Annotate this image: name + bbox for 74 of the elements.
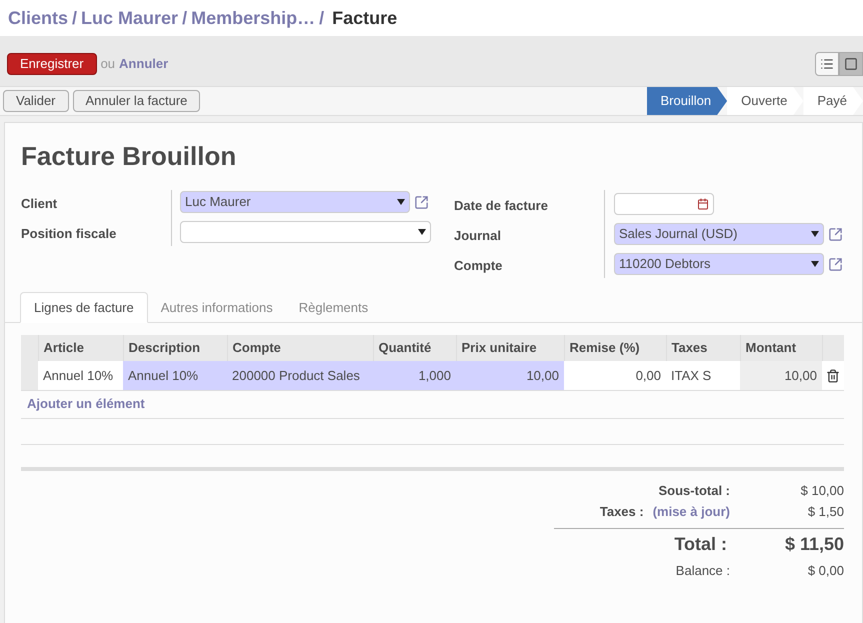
breadcrumb-current: Facture (332, 6, 398, 30)
select-value: Sales Journal (USD) (619, 225, 738, 244)
taxes-value: $ 1,50 (806, 503, 844, 522)
trash-icon[interactable] (826, 369, 840, 384)
list-icon (820, 57, 834, 71)
external-link-icon[interactable] (828, 256, 843, 272)
table-cell: ITAX S (666, 361, 740, 390)
select-field[interactable]: Sales Journal (USD) (614, 223, 824, 245)
breadcrumb-link[interactable]: Clients (8, 4, 68, 32)
table-header-cell (822, 335, 844, 361)
balance-value: $ 0,00 (806, 562, 844, 580)
table-cell: 0,00 (564, 361, 666, 390)
total-value: $ 11,50 (784, 532, 844, 556)
tab[interactable]: Lignes de facture (20, 292, 148, 323)
field-label: Client (21, 196, 58, 211)
subtotal-value: $ 10,00 (800, 482, 844, 500)
table-header-cell (21, 335, 38, 361)
tab[interactable]: Autres informations (148, 292, 286, 323)
calendar-icon[interactable] (697, 198, 709, 210)
field-label: Date de facture (454, 198, 548, 213)
select-value: Luc Maurer (185, 193, 251, 212)
list-view-button[interactable] (815, 52, 839, 76)
dropdown-arrow-icon (397, 199, 405, 205)
column-header: Quantité (373, 335, 456, 361)
or-text: ou (100, 55, 116, 74)
table-cell: 200000 Product Sales (227, 361, 373, 390)
select-field[interactable] (180, 221, 431, 243)
row-handle[interactable] (21, 361, 38, 390)
header-button[interactable]: Annuler la facture (72, 90, 200, 112)
external-link-icon[interactable] (828, 226, 843, 242)
table-cell: 10,00 (456, 361, 564, 390)
table-cell: Annuel 10% (123, 361, 227, 390)
table-cell: Annuel 10% (38, 361, 123, 390)
table-cell: 1,000 (373, 361, 456, 390)
column-header: Article (38, 335, 123, 361)
column-header: Compte (227, 335, 373, 361)
update-taxes-link[interactable]: (mise à jour) (652, 502, 730, 522)
status-stage[interactable]: Ouverte (727, 87, 804, 115)
column-header: Prix unitaire (456, 335, 564, 361)
date-field[interactable] (614, 193, 714, 215)
column-header: Montant (740, 335, 822, 361)
breadcrumb-link[interactable]: Membership… (191, 4, 316, 32)
breadcrumb-separator: / (319, 6, 324, 30)
taxes-label: Taxes : (600, 503, 644, 522)
field-label: Position fiscale (21, 226, 116, 241)
column-header: Description (123, 335, 227, 361)
total-label: Total : (673, 532, 727, 556)
save-button[interactable]: Enregistrer (7, 53, 97, 75)
form-view-button[interactable] (839, 52, 863, 76)
select-value: 110200 Debtors (619, 255, 711, 274)
subtotal-label: Sous-total : (658, 482, 730, 500)
tab[interactable]: Règlements (286, 292, 382, 323)
breadcrumb-separator: / (182, 6, 188, 30)
status-stage[interactable]: Brouillon (646, 87, 728, 115)
form-title: Facture Brouillon (21, 140, 238, 173)
table-cell: 10,00 (740, 361, 822, 390)
dropdown-arrow-icon (418, 229, 426, 235)
dropdown-arrow-icon (811, 261, 819, 267)
cancel-link[interactable]: Annuler (119, 54, 168, 74)
field-label: Journal (454, 228, 501, 243)
balance-label: Balance : (674, 562, 730, 580)
breadcrumb-separator: / (72, 6, 78, 30)
header-button[interactable]: Valider (3, 90, 69, 112)
column-header: Remise (%) (564, 335, 666, 361)
add-item-link[interactable]: Ajouter un élément (27, 394, 145, 414)
status-stage[interactable]: Payé (803, 87, 863, 115)
breadcrumb-link[interactable]: Luc Maurer (81, 4, 178, 32)
column-header: Taxes (666, 335, 740, 361)
field-label: Compte (454, 258, 502, 273)
dropdown-arrow-icon (811, 231, 819, 237)
form-icon (844, 57, 858, 71)
external-link-icon[interactable] (414, 194, 429, 210)
select-field[interactable]: Luc Maurer (180, 191, 410, 213)
select-field[interactable]: 110200 Debtors (614, 253, 824, 275)
